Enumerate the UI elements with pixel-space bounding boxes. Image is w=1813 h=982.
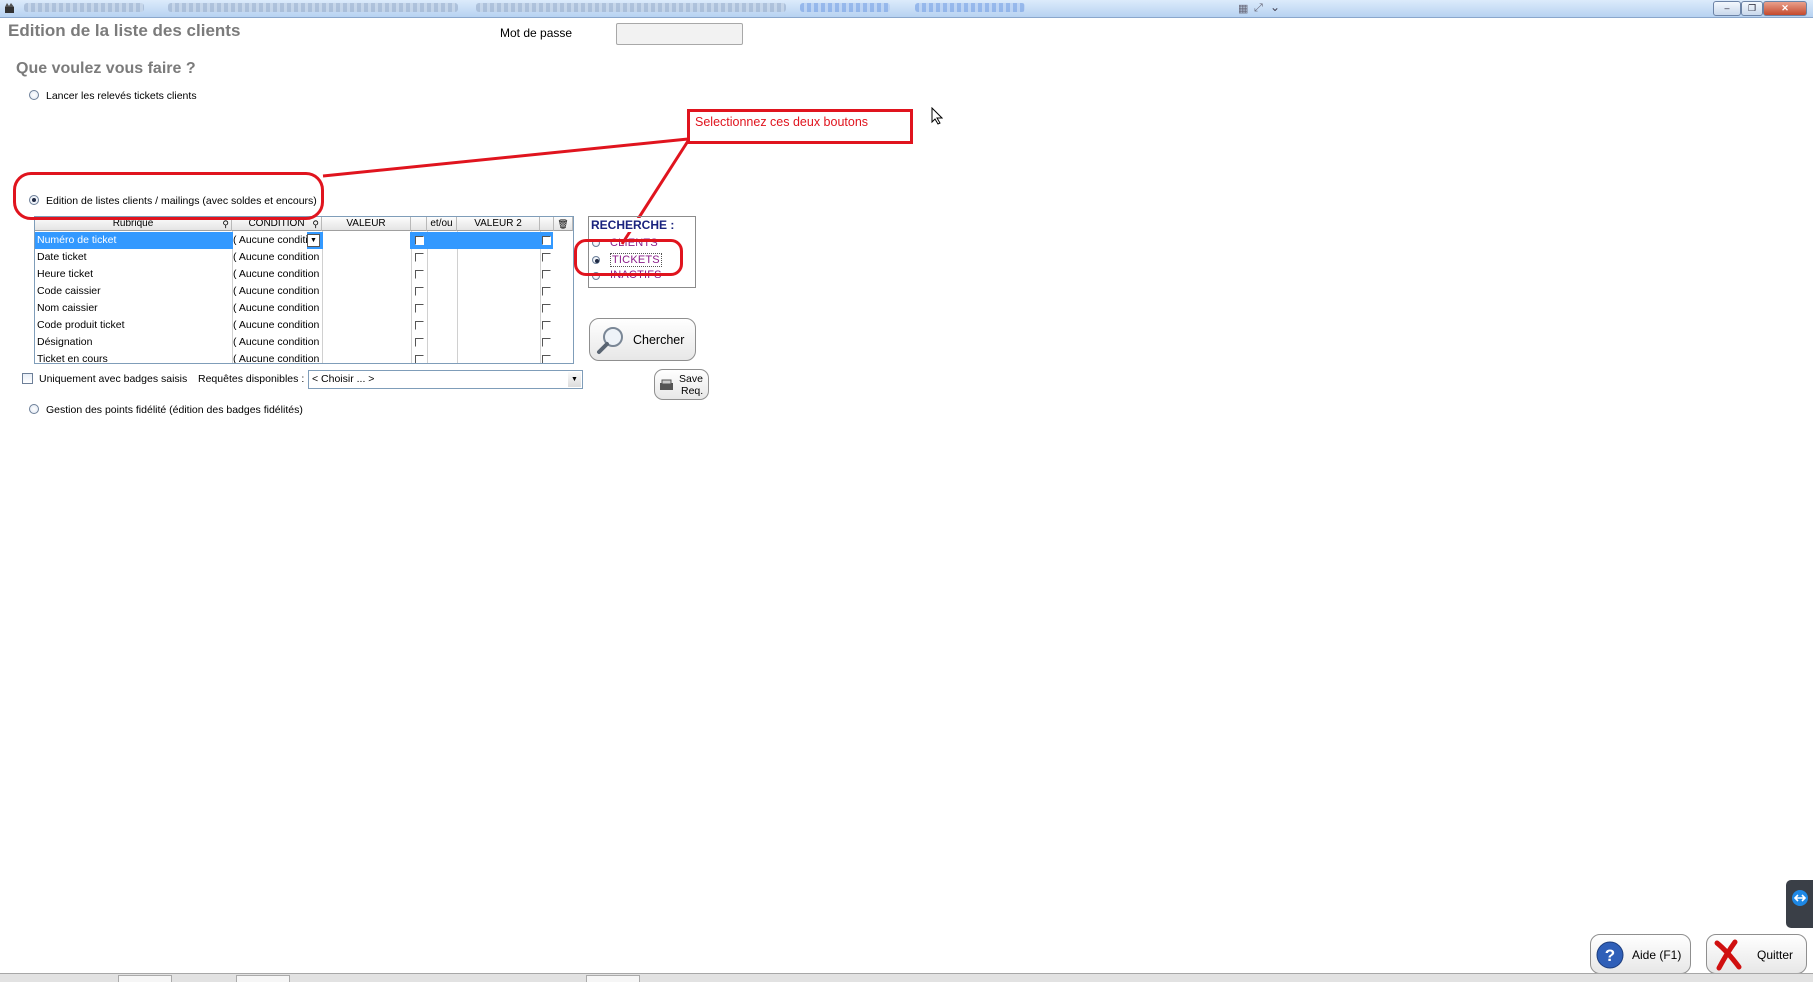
aide-label: Aide (F1): [1632, 948, 1682, 962]
option-gestion-label: Gestion des points fidélité (édition des…: [46, 404, 303, 416]
chercher-button[interactable]: Chercher: [589, 318, 696, 361]
mouse-cursor-icon: [931, 106, 944, 128]
recherche-title: RECHERCHE :: [591, 218, 675, 232]
save-req-line1: Save: [679, 373, 703, 385]
requetes-select[interactable]: < Choisir ... > ▼: [308, 370, 583, 389]
annotation-lines: [322, 137, 690, 245]
magnifier-icon: [596, 325, 626, 358]
requetes-label: Requêtes disponibles :: [198, 373, 305, 385]
quitter-button[interactable]: Quitter: [1706, 934, 1807, 974]
badges-checkbox[interactable]: [22, 373, 33, 384]
requetes-value: < Choisir ... >: [312, 373, 375, 385]
printer-icon: [659, 379, 674, 395]
annotation-ellipse-tickets: [574, 239, 683, 276]
badges-checkbox-label: Uniquement avec badges saisis: [39, 373, 188, 385]
save-req-button[interactable]: Save Req.: [654, 369, 709, 400]
quitter-label: Quitter: [1757, 948, 1794, 962]
help-icon: ?: [1595, 940, 1625, 973]
remote-icon: [1791, 889, 1809, 910]
radio-gestion-points[interactable]: [29, 404, 39, 414]
close-icon: [1713, 939, 1743, 974]
svg-text:?: ?: [1605, 946, 1615, 965]
save-req-line2: Req.: [681, 385, 704, 397]
side-panel-tab[interactable]: [1786, 880, 1813, 928]
chercher-label: Chercher: [633, 333, 685, 347]
chevron-down-icon[interactable]: ▼: [568, 372, 581, 387]
aide-button[interactable]: ? Aide (F1): [1590, 934, 1691, 974]
